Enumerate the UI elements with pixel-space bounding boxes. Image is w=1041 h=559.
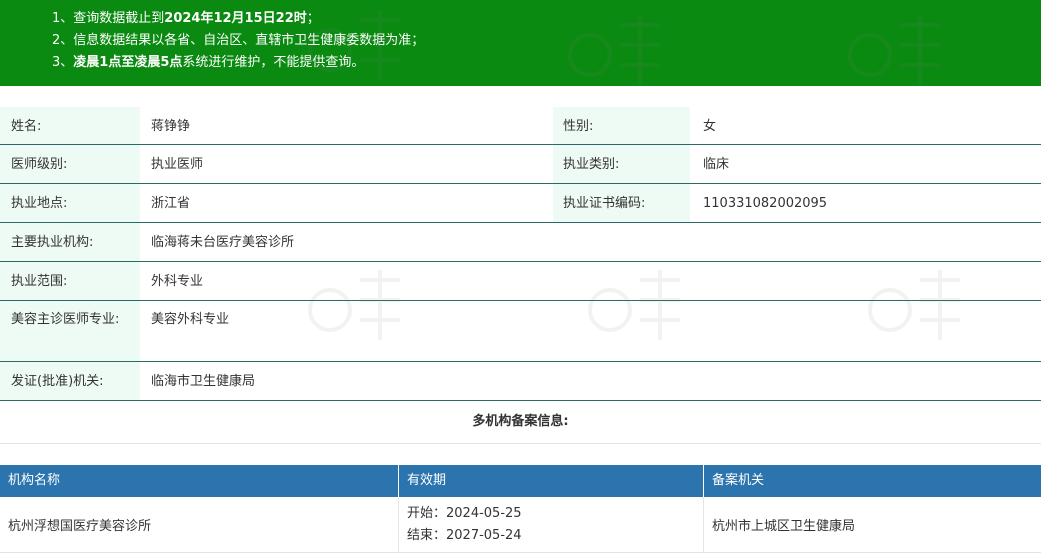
institution-label: 主要执业机构: <box>0 223 140 261</box>
scope-value: 外科专业 <box>151 274 204 289</box>
multi-institution-title: 多机构备案信息: <box>0 400 1041 444</box>
header-authority: 备案机关 <box>712 473 765 488</box>
name-label: 姓名: <box>0 107 140 144</box>
row-validity-start: 开始：2024-05-25 <box>407 506 522 521</box>
notice-line-3-suffix: 系统进行维护，不能提供查询。 <box>182 55 365 70</box>
info-row-level: 医师级别: 执业医师 执业类别: 临床 <box>0 145 1041 184</box>
table-header: 机构名称 有效期 备案机关 <box>0 465 1041 497</box>
doctor-info-table: 姓名: 蒋铮铮 性别: 女 医师级别: 执业医师 执业类别: 临床 执业地点: … <box>0 107 1041 401</box>
notice-line-3-prefix: 3、 <box>52 55 74 70</box>
scope-label: 执业范围: <box>0 262 140 300</box>
info-row-issuer: 发证(批准)机关: 临海市卫生健康局 <box>0 362 1041 401</box>
notice-line-3: 3、凌晨1点至凌晨5点系统进行维护，不能提供查询。 <box>52 52 1041 74</box>
notice-maintenance-time: 凌晨1点至凌晨5点 <box>73 55 183 70</box>
notice-banner: 1、查询数据截止到2024年12月15日22时； 2、信息数据结果以各省、自治区… <box>0 0 1041 86</box>
multi-institution-table: 机构名称 有效期 备案机关 杭州浮想国医疗美容诊所 开始：2024-05-25 … <box>0 465 1041 553</box>
name-value: 蒋铮铮 <box>151 119 191 134</box>
info-row-location: 执业地点: 浙江省 执业证书编码: 110331082002095 <box>0 184 1041 223</box>
level-value: 执业医师 <box>151 157 204 172</box>
header-institution-name: 机构名称 <box>0 465 399 497</box>
cert-value: 110331082002095 <box>703 196 828 211</box>
notice-line-1-prefix: 1、查询数据截止到 <box>52 11 165 26</box>
location-value: 浙江省 <box>151 196 191 211</box>
table-row: 杭州浮想国医疗美容诊所 开始：2024-05-25 结束：2027-05-24 … <box>0 497 1041 553</box>
cert-label: 执业证书编码: <box>553 184 690 222</box>
cosmetic-value: 美容外科专业 <box>151 312 230 327</box>
cosmetic-label: 美容主诊医师专业: <box>0 301 140 361</box>
info-row-cosmetic: 美容主诊医师专业: 美容外科专业 <box>0 301 1041 362</box>
row-authority: 杭州市上城区卫生健康局 <box>712 519 856 534</box>
notice-line-1-suffix: ； <box>306 11 320 26</box>
issuer-value: 临海市卫生健康局 <box>151 374 256 389</box>
notice-line-1: 1、查询数据截止到2024年12月15日22时； <box>52 8 1041 30</box>
category-label: 执业类别: <box>553 145 690 183</box>
row-validity-end: 结束：2027-05-24 <box>407 528 522 543</box>
header-validity: 有效期 <box>399 465 704 497</box>
gender-label: 性别: <box>553 107 690 144</box>
notice-line-2: 2、信息数据结果以各省、自治区、直辖市卫生健康委数据为准； <box>52 33 425 48</box>
info-row-scope: 执业范围: 外科专业 <box>0 262 1041 301</box>
row-validity: 开始：2024-05-25 结束：2027-05-24 <box>399 497 704 552</box>
gender-value: 女 <box>703 119 717 134</box>
location-label: 执业地点: <box>0 184 140 222</box>
info-row-institution: 主要执业机构: 临海蒋未台医疗美容诊所 <box>0 223 1041 262</box>
level-label: 医师级别: <box>0 145 140 183</box>
category-value: 临床 <box>703 157 730 172</box>
row-institution-name: 杭州浮想国医疗美容诊所 <box>0 497 399 552</box>
institution-value: 临海蒋未台医疗美容诊所 <box>151 235 295 250</box>
issuer-label: 发证(批准)机关: <box>0 362 140 400</box>
notice-deadline: 2024年12月15日22时 <box>164 11 307 26</box>
info-row-name: 姓名: 蒋铮铮 性别: 女 <box>0 107 1041 145</box>
